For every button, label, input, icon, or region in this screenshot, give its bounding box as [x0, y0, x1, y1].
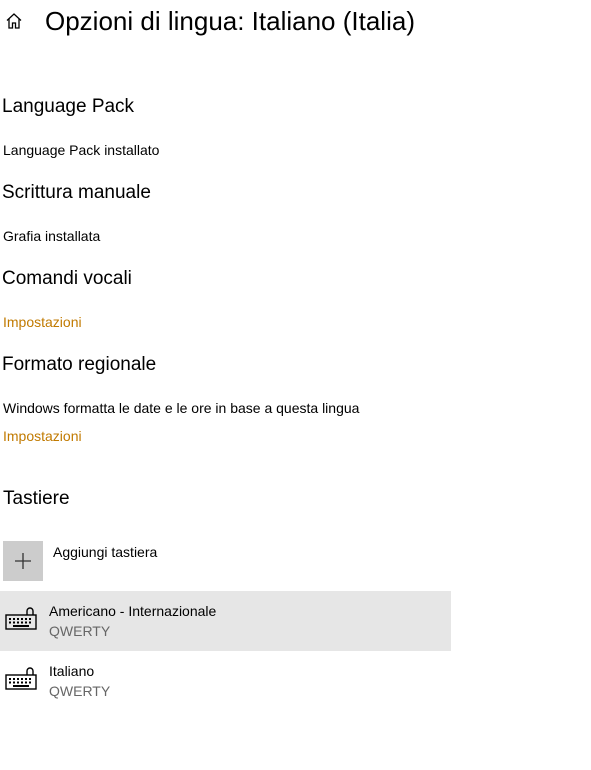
plus-icon	[15, 553, 31, 569]
add-keyboard-tile[interactable]	[3, 541, 43, 581]
language-pack-status: Language Pack installato	[3, 142, 160, 158]
keyboard-name: Americano - Internazionale	[49, 603, 217, 619]
language-pack-heading: Language Pack	[2, 96, 135, 117]
home-icon	[6, 13, 22, 29]
keyboard-item-americano-internazionale[interactable]: Americano - Internazionale QWERTY	[0, 591, 451, 651]
keyboard-layout: QWERTY	[49, 683, 111, 699]
regional-format-settings-link[interactable]: Impostazioni	[3, 426, 82, 446]
add-keyboard-label: Aggiungi tastiera	[53, 544, 158, 560]
voice-commands-heading: Comandi vocali	[2, 268, 132, 289]
regional-format-description: Windows formatta le date e le ore in bas…	[3, 400, 360, 416]
keyboard-item-italiano[interactable]: Italiano QWERTY	[0, 651, 451, 711]
voice-commands-settings-link[interactable]: Impostazioni	[3, 312, 82, 332]
home-button[interactable]	[0, 6, 28, 36]
handwriting-status: Grafia installata	[3, 228, 101, 244]
add-keyboard-button[interactable]: Aggiungi tastiera	[0, 536, 451, 586]
page-title: Opzioni di lingua: Italiano (Italia)	[45, 6, 415, 36]
handwriting-heading: Scrittura manuale	[2, 182, 151, 203]
keyboard-icon	[5, 607, 37, 630]
keyboards-heading: Tastiere	[3, 488, 70, 509]
keyboard-name: Italiano	[49, 663, 95, 679]
regional-format-heading: Formato regionale	[2, 354, 157, 375]
keyboard-layout: QWERTY	[49, 623, 111, 639]
keyboard-icon	[5, 667, 37, 690]
